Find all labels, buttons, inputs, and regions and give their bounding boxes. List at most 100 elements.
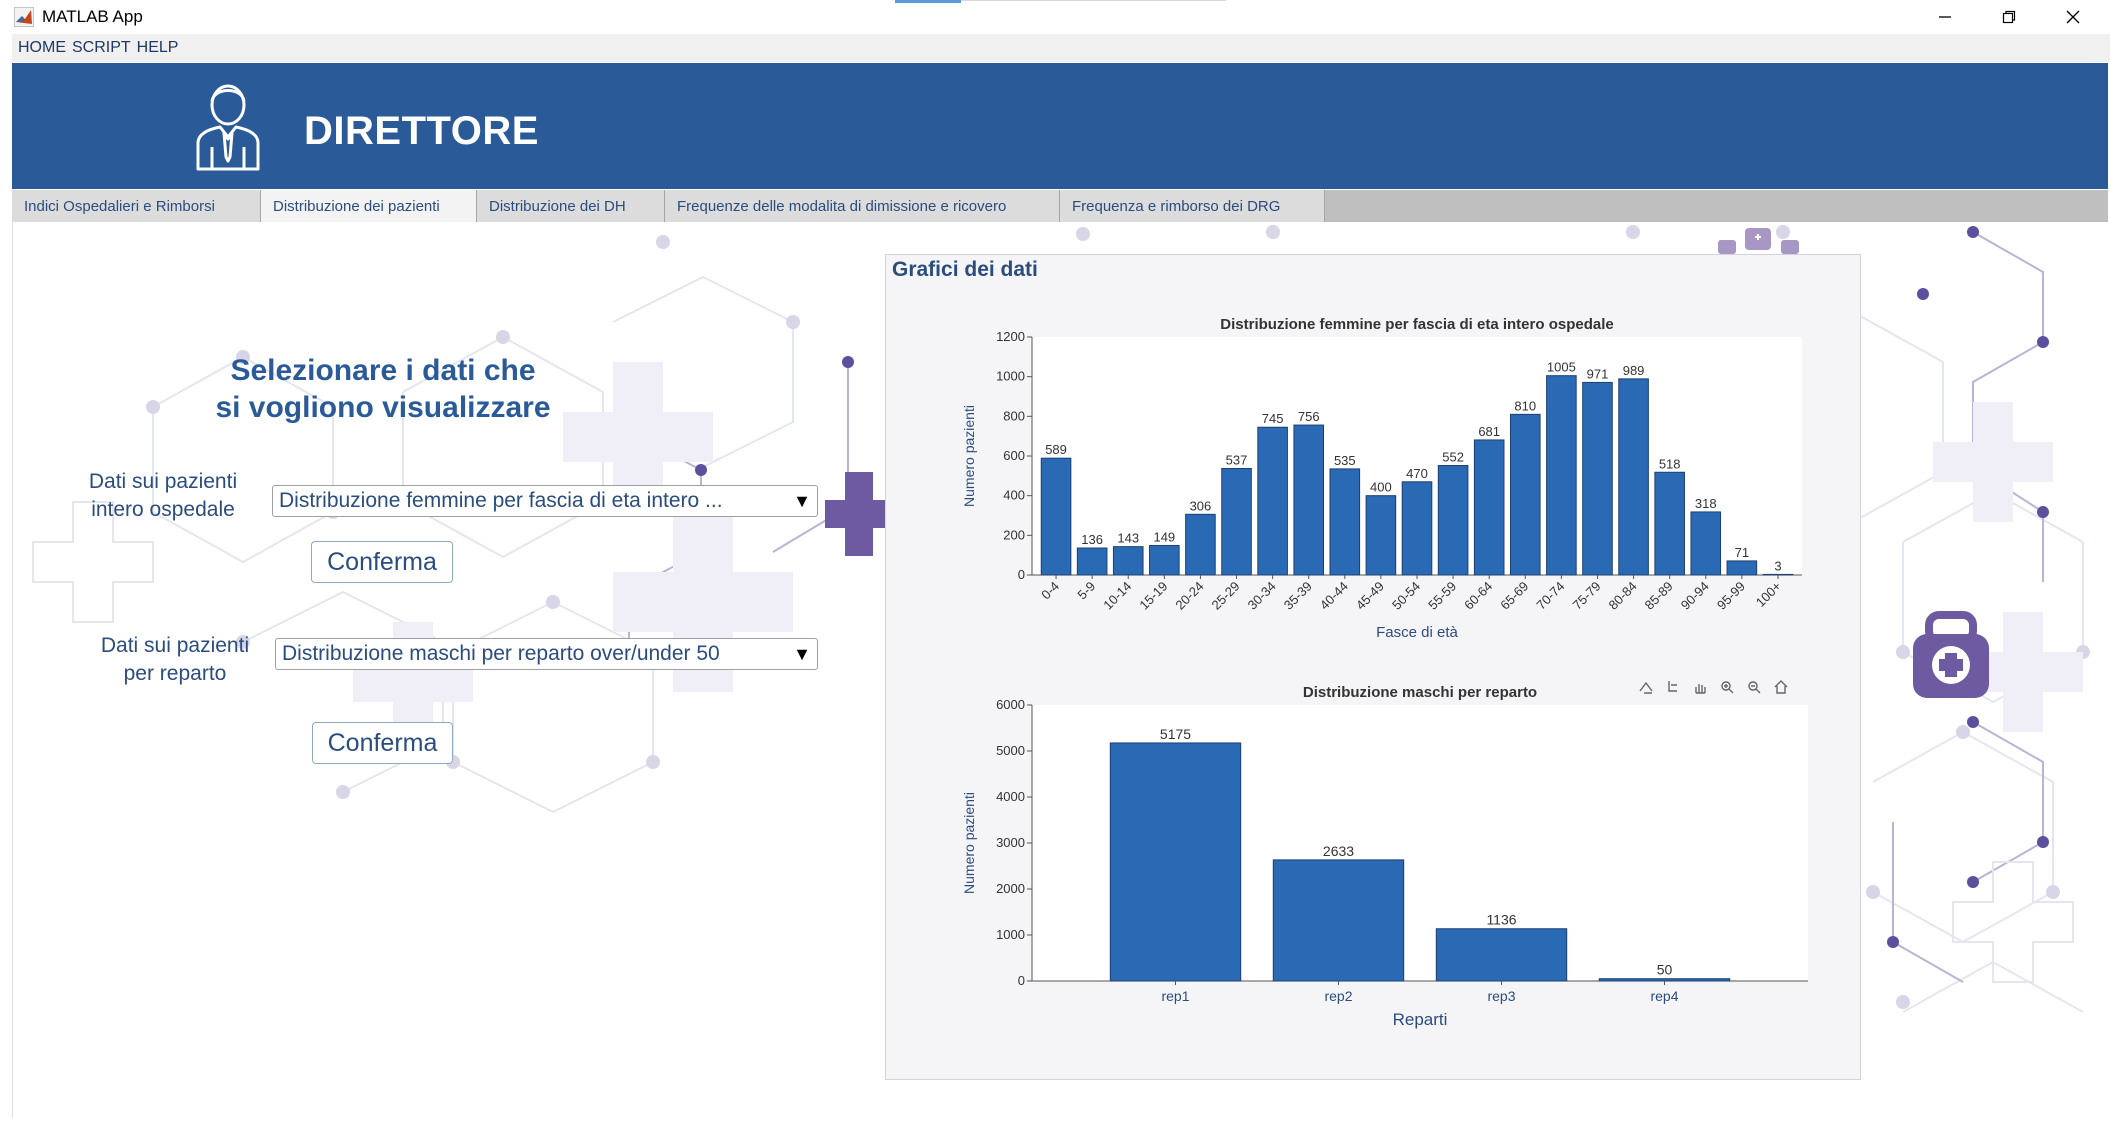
bar-value-label: 136 bbox=[1081, 532, 1103, 547]
bar-value-label: 989 bbox=[1623, 363, 1645, 378]
menu-bar: HOME SCRIPT HELP bbox=[12, 34, 2110, 62]
conferma-button-reparto[interactable]: Conferma bbox=[312, 722, 453, 764]
tab-content-area: Selezionare i dati che si vogliono visua… bbox=[12, 222, 2108, 1118]
bar-value-label: 552 bbox=[1442, 450, 1464, 465]
y-axis-label: Numero pazienti bbox=[961, 405, 977, 507]
title-divider-line bbox=[961, 0, 1226, 1]
bar bbox=[1690, 511, 1722, 576]
menu-help[interactable]: HELP bbox=[137, 39, 179, 57]
menu-script[interactable]: SCRIPT bbox=[72, 39, 131, 57]
restore-button[interactable] bbox=[1978, 0, 2040, 34]
zoom-in-icon[interactable] bbox=[1721, 681, 1734, 694]
x-tick-label: 25-29 bbox=[1209, 579, 1243, 613]
x-tick-label: 90-94 bbox=[1678, 579, 1712, 613]
bar-value-label: 971 bbox=[1587, 366, 1609, 381]
bar bbox=[1582, 381, 1613, 576]
bar-value-label: 400 bbox=[1370, 480, 1392, 495]
close-icon bbox=[2066, 10, 2080, 24]
tab-frequenza-drg[interactable]: Frequenza e rimborso dei DRG bbox=[1060, 190, 1325, 222]
y-tick-label: 400 bbox=[1003, 488, 1025, 503]
bar-value-label: 71 bbox=[1735, 545, 1749, 560]
bar bbox=[1365, 495, 1397, 576]
selection-title-line2: si vogliono visualizzare bbox=[215, 391, 551, 424]
tab-frequenze-dimissione[interactable]: Frequenze delle modalita di dimissione e… bbox=[665, 190, 1060, 222]
label-line1: Dati sui pazienti bbox=[100, 634, 250, 657]
bar-value-label: 589 bbox=[1045, 442, 1067, 457]
export-icon[interactable] bbox=[1639, 681, 1653, 694]
y-tick-label: 4000 bbox=[996, 789, 1025, 804]
bar bbox=[1618, 378, 1649, 576]
x-tick-label: 15-19 bbox=[1136, 579, 1170, 613]
bar bbox=[1149, 544, 1180, 576]
x-tick-label: 65-69 bbox=[1497, 579, 1531, 613]
bar-value-label: 149 bbox=[1153, 529, 1175, 544]
tab-label: Frequenza e rimborso dei DRG bbox=[1072, 197, 1281, 215]
x-tick-label: 55-59 bbox=[1425, 579, 1459, 613]
title-accent-line bbox=[895, 0, 961, 3]
plus-cross-icon bbox=[825, 472, 887, 556]
bar-value-label: 810 bbox=[1514, 398, 1536, 413]
tab-label: Distribuzione dei pazienti bbox=[273, 197, 440, 215]
chart-title: Distribuzione maschi per reparto bbox=[1303, 684, 1537, 701]
tab-distribuzione-dh[interactable]: Distribuzione dei DH bbox=[477, 190, 665, 222]
y-axis-label: Numero pazienti bbox=[961, 792, 977, 894]
x-tick-label: 50-54 bbox=[1389, 579, 1423, 613]
menu-home[interactable]: HOME bbox=[18, 39, 66, 57]
x-tick-label: 95-99 bbox=[1714, 579, 1748, 613]
label-line1: Dati sui pazienti bbox=[88, 470, 238, 493]
bar-value-label: 470 bbox=[1406, 466, 1428, 481]
panel-title: Grafici dei dati bbox=[892, 258, 1038, 281]
label-line2: per reparto bbox=[123, 662, 227, 685]
label-line2: intero ospedale bbox=[91, 498, 235, 521]
bar-value-label: 537 bbox=[1226, 452, 1248, 467]
y-tick-label: 0 bbox=[1018, 973, 1025, 988]
bar bbox=[1109, 742, 1242, 982]
dropdown-arrow-icon: ▼ bbox=[793, 644, 811, 664]
zoom-out-icon[interactable] bbox=[1748, 681, 1761, 694]
bar bbox=[1473, 439, 1505, 576]
dropdown-value: Distribuzione maschi per reparto over/un… bbox=[282, 642, 720, 665]
medical-kit-icon bbox=[1913, 611, 1989, 698]
pan-hand-icon[interactable] bbox=[1695, 684, 1706, 694]
bar-value-label: 50 bbox=[1657, 962, 1673, 978]
bar bbox=[1437, 465, 1469, 576]
label-per-reparto: Dati sui pazienti per reparto bbox=[75, 632, 275, 688]
chart-femmine-eta: Distribuzione femmine per fascia di eta … bbox=[961, 316, 1802, 641]
bar bbox=[1654, 471, 1685, 576]
bar bbox=[1040, 457, 1072, 576]
tab-label: Distribuzione dei DH bbox=[489, 197, 626, 215]
data-tips-icon[interactable] bbox=[1668, 681, 1677, 692]
dropdown-per-reparto[interactable]: Distribuzione maschi per reparto over/un… bbox=[275, 638, 818, 670]
bar bbox=[1329, 468, 1361, 576]
x-tick-label: 80-84 bbox=[1606, 579, 1640, 613]
close-button[interactable] bbox=[2042, 0, 2104, 34]
tab-label: Frequenze delle modalita di dimissione e… bbox=[677, 197, 1007, 215]
dropdown-intero-ospedale[interactable]: Distribuzione femmine per fascia di eta … bbox=[272, 485, 818, 517]
bar-value-label: 2633 bbox=[1323, 843, 1354, 859]
x-tick-label: 60-64 bbox=[1461, 579, 1495, 613]
matlab-logo-icon bbox=[14, 7, 34, 27]
header-title: DIRETTORE bbox=[304, 109, 539, 153]
bar-value-label: 745 bbox=[1262, 411, 1284, 426]
dropdown-arrow-icon: ▼ bbox=[793, 491, 811, 511]
x-tick-label: 5-9 bbox=[1074, 579, 1098, 603]
bar-value-label: 681 bbox=[1478, 424, 1500, 439]
conferma-button-ospedale[interactable]: Conferma bbox=[311, 541, 453, 583]
bar-value-label: 756 bbox=[1298, 409, 1320, 424]
dropdown-value: Distribuzione femmine per fascia di eta … bbox=[279, 489, 723, 512]
matlab-app-window: MATLAB App HOME SCRIPT HELP DIRETTORE In… bbox=[0, 0, 2110, 1132]
tab-distribuzione-pazienti[interactable]: Distribuzione dei pazienti bbox=[261, 190, 477, 222]
restore-icon bbox=[2002, 10, 2016, 24]
tab-label: Indici Ospedalieri e Rimborsi bbox=[24, 197, 215, 215]
y-tick-label: 1200 bbox=[996, 329, 1025, 344]
bar bbox=[1598, 978, 1731, 982]
tab-indici-ospedalieri[interactable]: Indici Ospedalieri e Rimborsi bbox=[12, 190, 261, 222]
y-tick-label: 2000 bbox=[996, 881, 1025, 896]
chart-title: Distribuzione femmine per fascia di eta … bbox=[1220, 316, 1613, 333]
x-tick-label: rep4 bbox=[1650, 988, 1678, 1004]
minimize-button[interactable] bbox=[1914, 0, 1976, 34]
x-tick-label: 85-89 bbox=[1642, 579, 1676, 613]
bar bbox=[1272, 859, 1405, 982]
home-icon[interactable] bbox=[1774, 680, 1788, 694]
bar bbox=[1221, 467, 1252, 576]
